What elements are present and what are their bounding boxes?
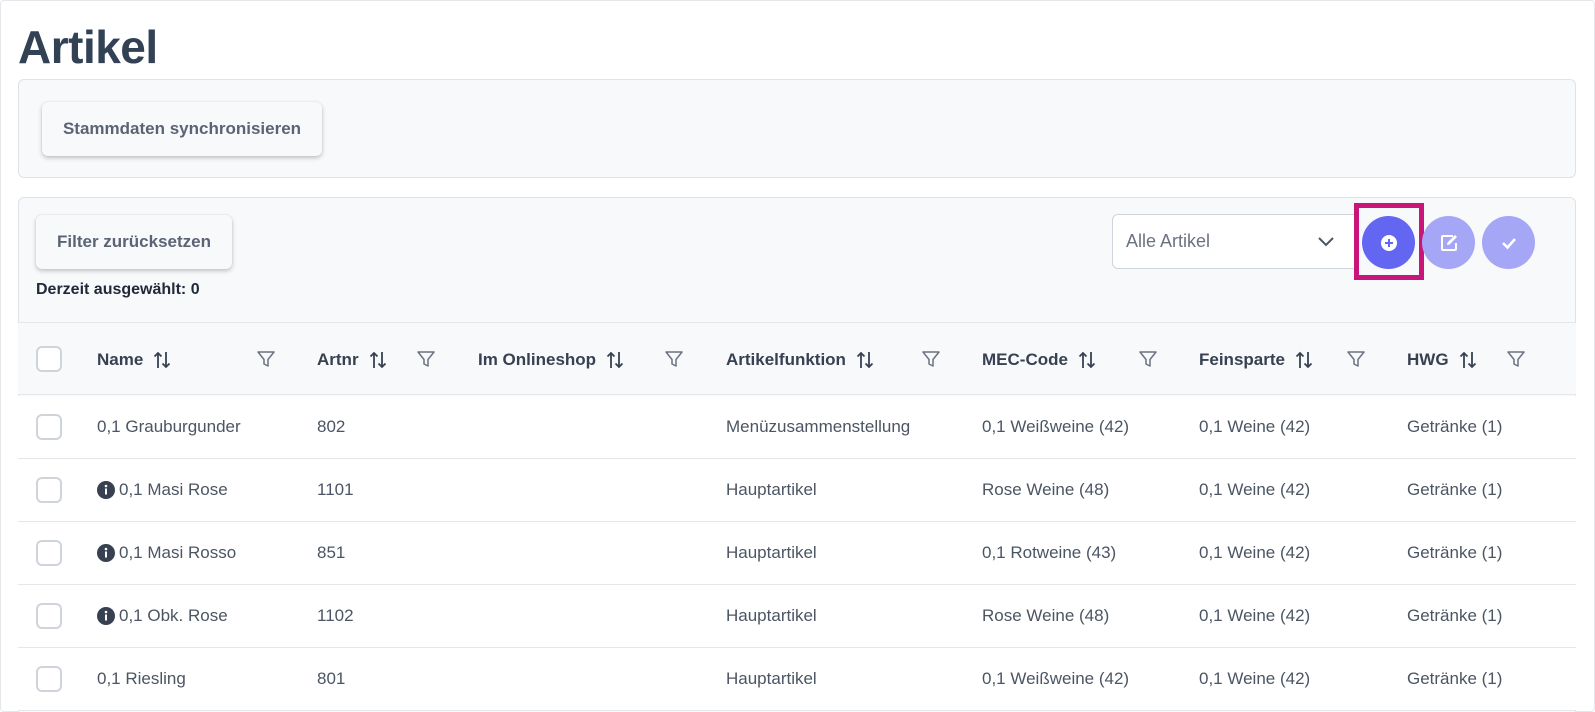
cell-name: 0,1 Obk. Rose bbox=[97, 585, 228, 647]
cell-name: 0,1 Riesling bbox=[97, 669, 186, 688]
cell-name: 0,1 Masi Rosso bbox=[97, 522, 236, 584]
confirm-button[interactable] bbox=[1482, 216, 1535, 269]
cell-artikelfunktion: Hauptartikel bbox=[726, 669, 817, 688]
sort-icon bbox=[856, 351, 874, 368]
filter-icon[interactable] bbox=[663, 348, 685, 370]
column-header-name[interactable]: Name bbox=[97, 323, 173, 396]
add-article-button[interactable] bbox=[1362, 216, 1415, 269]
row-checkbox[interactable] bbox=[36, 666, 62, 692]
edit-icon bbox=[1440, 234, 1457, 251]
column-header-feinsparte[interactable]: Feinsparte bbox=[1199, 323, 1315, 396]
column-header-onlineshop[interactable]: Im Onlineshop bbox=[478, 323, 626, 396]
cell-mec-code: 0,1 Weißweine (42) bbox=[982, 669, 1130, 688]
filter-icon[interactable] bbox=[920, 348, 942, 370]
edit-article-button[interactable] bbox=[1422, 216, 1475, 269]
cell-hwg: Getränke (1) bbox=[1407, 417, 1503, 436]
row-checkbox[interactable] bbox=[36, 603, 62, 629]
toolbar-panel: Stammdaten synchronisieren bbox=[18, 79, 1576, 178]
cell-artikelfunktion: Hauptartikel bbox=[726, 480, 817, 499]
filter-icon[interactable] bbox=[255, 348, 277, 370]
info-icon[interactable] bbox=[97, 607, 115, 625]
cell-hwg: Getränke (1) bbox=[1407, 543, 1503, 562]
select-all-checkbox[interactable] bbox=[36, 346, 62, 372]
table-header: Name Artnr Im Onlineshop Artikelfunktion… bbox=[18, 322, 1576, 395]
column-header-hwg[interactable]: HWG bbox=[1407, 323, 1479, 396]
cell-feinsparte: 0,1 Weine (42) bbox=[1199, 543, 1311, 562]
row-checkbox[interactable] bbox=[36, 414, 62, 440]
table-row[interactable]: 0,1 Obk. Rose 1102 Hauptartikel Rose Wei… bbox=[18, 585, 1576, 648]
info-icon[interactable] bbox=[97, 544, 115, 562]
row-checkbox[interactable] bbox=[36, 540, 62, 566]
table-row[interactable]: 0,1 Riesling 801 Hauptartikel 0,1 Weißwe… bbox=[18, 648, 1576, 711]
filter-icon[interactable] bbox=[1345, 348, 1367, 370]
cell-mec-code: 0,1 Rotweine (43) bbox=[982, 543, 1117, 562]
chevron-down-icon bbox=[1318, 237, 1334, 247]
selected-count: Derzeit ausgewählt: 0 bbox=[36, 281, 200, 298]
cell-name: 0,1 Masi Rose bbox=[97, 459, 228, 521]
cell-feinsparte: 0,1 Weine (42) bbox=[1199, 606, 1311, 625]
cell-artnr: 802 bbox=[317, 417, 346, 436]
sort-icon bbox=[1295, 351, 1313, 368]
info-icon[interactable] bbox=[97, 481, 115, 499]
reset-filter-button[interactable]: Filter zurücksetzen bbox=[36, 215, 232, 269]
cell-name: 0,1 Grauburgunder bbox=[97, 417, 241, 436]
cell-hwg: Getränke (1) bbox=[1407, 669, 1503, 688]
cell-hwg: Getränke (1) bbox=[1407, 480, 1503, 499]
cell-artikelfunktion: Menüzusammenstellung bbox=[726, 417, 911, 436]
article-filter-value: Alle Artikel bbox=[1126, 231, 1211, 251]
column-header-mec-code[interactable]: MEC-Code bbox=[982, 323, 1098, 396]
cell-artikelfunktion: Hauptartikel bbox=[726, 606, 817, 625]
cell-hwg: Getränke (1) bbox=[1407, 606, 1503, 625]
row-checkbox[interactable] bbox=[36, 477, 62, 503]
filter-icon[interactable] bbox=[1505, 348, 1527, 370]
cell-artnr: 801 bbox=[317, 669, 346, 688]
page-title: Artikel bbox=[18, 21, 158, 73]
article-filter-select[interactable]: Alle Artikel bbox=[1112, 214, 1355, 269]
sort-icon bbox=[369, 351, 386, 368]
table-row[interactable]: 0,1 Grauburgunder 802 Menüzusammenstellu… bbox=[18, 396, 1576, 459]
cell-feinsparte: 0,1 Weine (42) bbox=[1199, 417, 1311, 436]
sort-icon bbox=[154, 351, 171, 368]
cell-mec-code: Rose Weine (48) bbox=[982, 480, 1110, 499]
filter-icon[interactable] bbox=[1137, 348, 1159, 370]
sort-icon bbox=[1078, 351, 1096, 368]
cell-mec-code: Rose Weine (48) bbox=[982, 606, 1110, 625]
cell-artnr: 1101 bbox=[317, 480, 354, 499]
check-icon bbox=[1501, 237, 1516, 249]
plus-circle-icon bbox=[1380, 234, 1397, 251]
cell-artnr: 1102 bbox=[317, 606, 354, 625]
column-header-artikelfunktion[interactable]: Artikelfunktion bbox=[726, 323, 876, 396]
cell-feinsparte: 0,1 Weine (42) bbox=[1199, 480, 1311, 499]
filter-icon[interactable] bbox=[415, 348, 437, 370]
sync-master-data-button[interactable]: Stammdaten synchronisieren bbox=[42, 102, 322, 156]
cell-mec-code: 0,1 Weißweine (42) bbox=[982, 417, 1130, 436]
column-header-artnr[interactable]: Artnr bbox=[317, 323, 389, 396]
cell-artnr: 851 bbox=[317, 543, 346, 562]
table-row[interactable]: 0,1 Masi Rosso 851 Hauptartikel 0,1 Rotw… bbox=[18, 522, 1576, 585]
cell-artikelfunktion: Hauptartikel bbox=[726, 543, 817, 562]
sort-icon bbox=[1459, 351, 1476, 368]
table-row[interactable]: 0,1 Masi Rose 1101 Hauptartikel Rose Wei… bbox=[18, 459, 1576, 522]
sort-icon bbox=[606, 351, 624, 368]
cell-feinsparte: 0,1 Weine (42) bbox=[1199, 669, 1311, 688]
